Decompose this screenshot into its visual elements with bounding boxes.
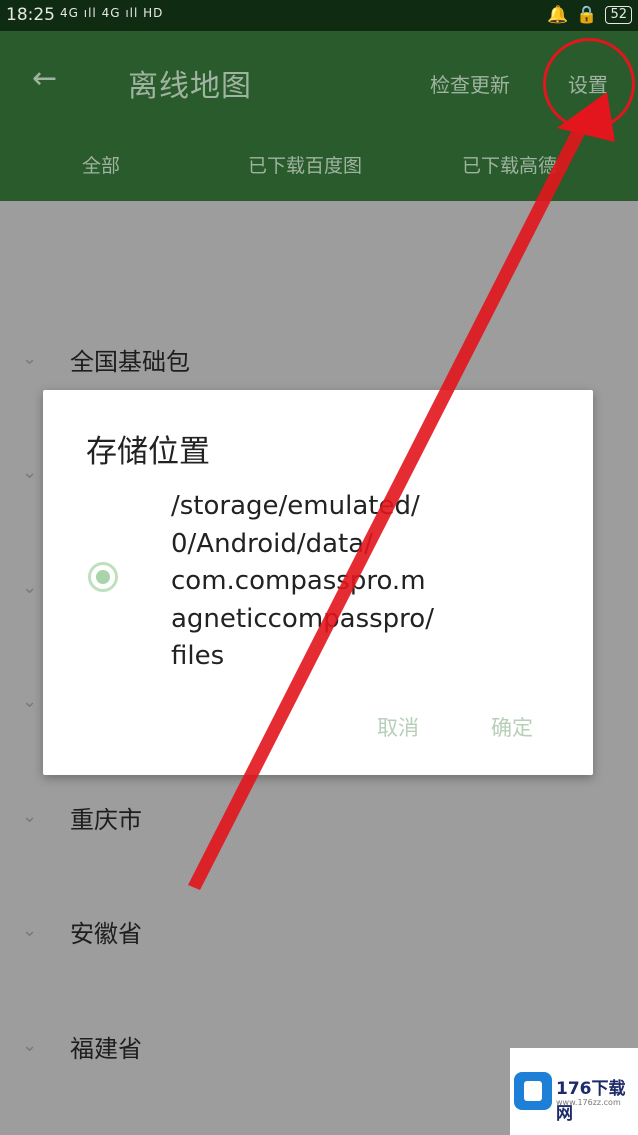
watermark-url: www.176zz.com xyxy=(556,1098,621,1107)
annotation-arrow xyxy=(188,92,615,890)
site-watermark: 176下载网 www.176zz.com xyxy=(510,1048,638,1135)
site-logo-icon xyxy=(514,1072,552,1110)
